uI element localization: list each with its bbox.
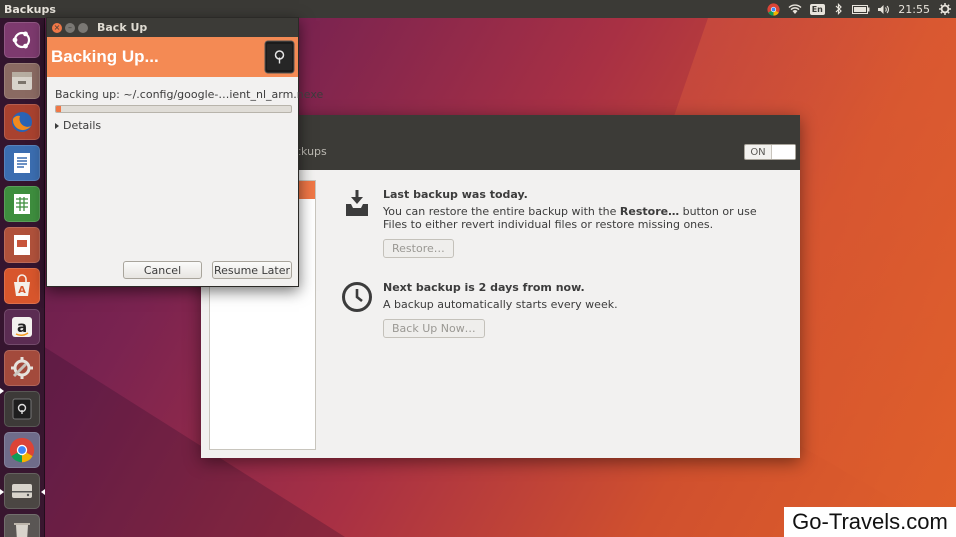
restore-button[interactable]: Restore… — [383, 239, 454, 258]
next-backup-text: Next backup is 2 days from now. A backup… — [383, 281, 763, 338]
launcher: A a — [0, 18, 45, 537]
dialog-titlebar: × – Back Up — [47, 18, 298, 37]
system-settings-icon[interactable] — [4, 350, 40, 386]
resume-later-button[interactable]: Resume Later — [212, 261, 292, 279]
restore-icon — [346, 190, 368, 216]
keyboard-icon[interactable]: En — [806, 0, 828, 18]
chrome-icon[interactable] — [4, 432, 40, 468]
svg-text:a: a — [17, 318, 27, 336]
files-icon[interactable] — [4, 63, 40, 99]
back-up-now-button[interactable]: Back Up Now… — [383, 319, 485, 338]
trash-icon[interactable] — [4, 514, 40, 537]
amazon-icon[interactable]: a — [4, 309, 40, 345]
header-label: ckups — [295, 145, 327, 158]
clock-icon — [342, 282, 372, 312]
dialog-heading: Backing Up... — [51, 47, 159, 66]
bluetooth-icon[interactable] — [828, 0, 850, 18]
switch-knob[interactable] — [771, 145, 795, 159]
backup-dialog: × – Back Up Backing Up... Backing up: ~/… — [46, 17, 323, 287]
last-backup-text: Last backup was today. You can restore t… — [383, 188, 763, 258]
details-label: Details — [63, 119, 102, 132]
maximize-icon[interactable] — [78, 22, 88, 33]
software-center-icon[interactable]: A — [4, 268, 40, 304]
libreoffice-impress-icon[interactable] — [4, 227, 40, 263]
watermark: Go-Travels.com — [784, 507, 956, 537]
expander-arrow-icon — [55, 122, 59, 129]
dialog-banner: Backing Up... — [47, 37, 298, 77]
volume-icon[interactable] — [872, 0, 894, 18]
details-expander[interactable]: Details — [55, 119, 101, 132]
libreoffice-writer-icon[interactable] — [4, 145, 40, 181]
close-icon[interactable]: × — [52, 22, 62, 33]
top-panel: Backups En 21:55 — [0, 0, 956, 18]
last-backup-description: You can restore the entire backup with t… — [383, 205, 757, 231]
keyboard-layout-label: En — [809, 3, 825, 15]
drive-icon[interactable] — [4, 473, 40, 509]
chrome-icon[interactable] — [762, 0, 784, 18]
firefox-icon[interactable] — [4, 104, 40, 140]
ubuntu-dash-icon[interactable] — [4, 22, 40, 58]
svg-text:A: A — [18, 285, 26, 296]
dialog-title: Back Up — [97, 21, 148, 34]
backup-toggle-switch[interactable]: ON — [744, 144, 796, 160]
backups-icon[interactable] — [4, 391, 40, 427]
clock[interactable]: 21:55 — [894, 3, 934, 16]
wifi-icon[interactable] — [784, 0, 806, 18]
safe-icon — [264, 40, 295, 74]
battery-icon[interactable] — [850, 0, 872, 18]
minimize-icon[interactable]: – — [65, 22, 75, 33]
next-backup-title: Next backup is 2 days from now. — [383, 281, 585, 294]
cancel-button[interactable]: Cancel — [123, 261, 202, 279]
progress-fill — [56, 106, 61, 112]
next-backup-description: A backup automatically starts every week… — [383, 298, 618, 311]
backup-status-text: Backing up: ~/.config/google-…ient_nl_ar… — [55, 88, 324, 101]
gear-icon[interactable] — [934, 0, 956, 18]
libreoffice-calc-icon[interactable] — [4, 186, 40, 222]
last-backup-title: Last backup was today. — [383, 188, 528, 201]
switch-label: ON — [750, 146, 766, 158]
indicator-area: En 21:55 — [762, 0, 956, 18]
focused-indicator — [41, 489, 45, 495]
backup-progress-bar — [55, 105, 292, 113]
app-title: Backups — [4, 2, 56, 16]
